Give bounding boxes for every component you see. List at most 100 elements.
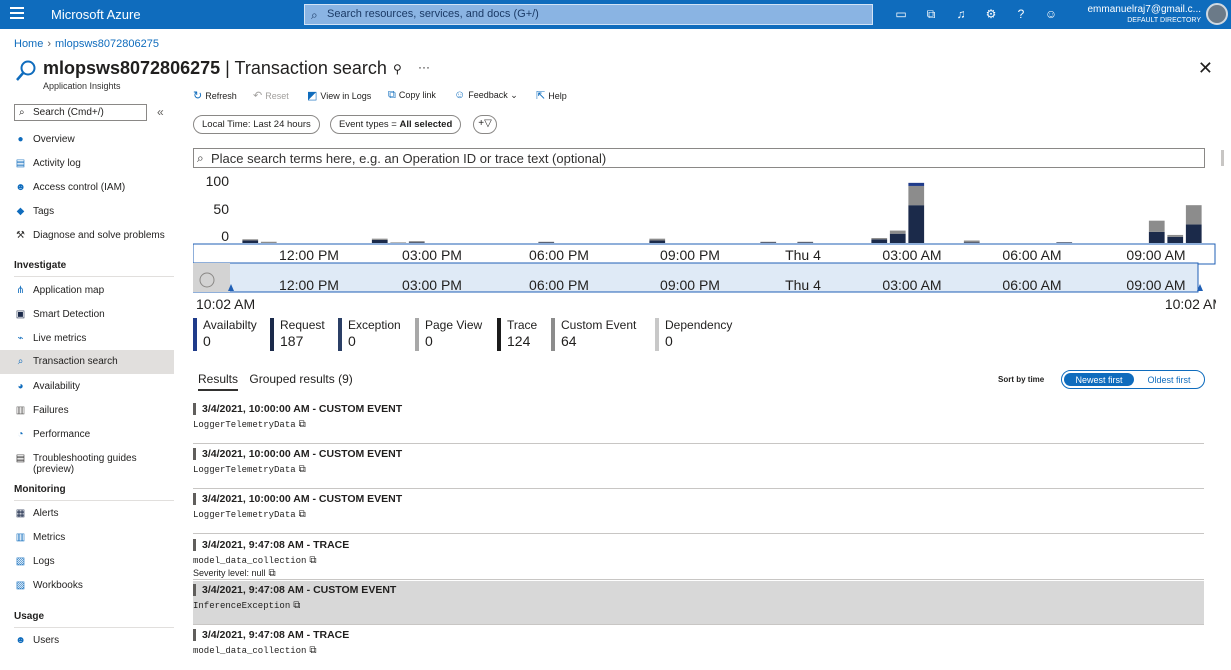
sidebar-item-failures[interactable]: ▥ Failures — [0, 399, 174, 423]
feedback-icon[interactable]: ☺ — [1044, 7, 1058, 21]
cloud-shell-icon[interactable]: ▭ — [894, 7, 908, 21]
sidebar-item-overview[interactable]: ● Overview — [0, 128, 174, 152]
sort-oldest-button[interactable]: Oldest first — [1134, 373, 1204, 386]
sidebar-item-tags[interactable]: ◆ Tags — [0, 200, 174, 224]
metric-trace[interactable]: Trace 124 — [497, 318, 537, 351]
metric-availabilty[interactable]: Availabilty 0 — [193, 318, 257, 351]
copy-link-button[interactable]: ⧉ Copy link — [388, 89, 436, 102]
bar-request — [908, 182, 925, 186]
copy-icon[interactable]: ⧉ — [269, 568, 276, 579]
metric-exception[interactable]: Exception 0 — [338, 318, 401, 351]
external-link-icon: ⇱ — [536, 90, 546, 102]
metric-dependency[interactable]: Dependency 0 — [655, 318, 732, 351]
help-button[interactable]: ⇱ Help — [536, 89, 567, 102]
sort-newest-button[interactable]: Newest first — [1064, 373, 1134, 386]
avatar[interactable] — [1206, 3, 1228, 25]
copy-icon[interactable]: ⧉ — [299, 509, 306, 520]
scrollbar[interactable] — [1219, 150, 1224, 655]
breadcrumb-resource[interactable]: mlopsws8072806275 — [55, 38, 159, 50]
time-range-filter[interactable]: Local Time: Last 24 hours — [193, 115, 320, 134]
sidebar-item-logs[interactable]: ▧ Logs — [0, 550, 174, 574]
globe-icon: ◕ — [17, 381, 24, 392]
result-row[interactable]: 3/4/2021, 10:00:00 AM - CUSTOM EVENT Log… — [193, 490, 1204, 534]
close-icon[interactable]: ✕ — [1198, 58, 1213, 79]
add-filter-button[interactable]: +▽ — [473, 115, 497, 134]
sidebar-item-activity-log[interactable]: ▤ Activity log — [0, 152, 174, 176]
scrollbar-thumb[interactable] — [1221, 150, 1224, 166]
feedback-button[interactable]: ☺ Feedback ⌄ — [454, 89, 518, 101]
result-row[interactable]: 3/4/2021, 10:00:00 AM - CUSTOM EVENT Log… — [193, 445, 1204, 489]
sidebar-item-alerts[interactable]: ▦ Alerts — [0, 502, 174, 526]
bar-trace — [889, 233, 906, 243]
result-row[interactable]: 3/4/2021, 9:47:08 AM - CUSTOM EVENT Infe… — [193, 581, 1204, 625]
event-types-filter[interactable]: Event types = All selected — [330, 115, 462, 134]
sidebar-item-label: Availability — [33, 381, 81, 392]
resource-name: mlopsws8072806275 — [43, 58, 221, 78]
help-label: Help — [548, 91, 567, 101]
sidebar-divider — [14, 627, 174, 628]
sidebar-item-metrics[interactable]: ▥ Metrics — [0, 526, 174, 550]
copy-icon[interactable]: ⧉ — [299, 464, 306, 475]
sidebar-item-availability[interactable]: ◕ Availability — [0, 375, 174, 399]
result-header: 3/4/2021, 10:00:00 AM - CUSTOM EVENT — [193, 493, 402, 505]
sidebar-item-transaction-search[interactable]: ⌕ Transaction search — [0, 350, 174, 374]
sidebar-item-access-control[interactable]: ☻ Access control (IAM) — [0, 176, 174, 200]
view-in-logs-button[interactable]: ◩ View in Logs — [307, 89, 371, 102]
sort-toggle: Newest first Oldest first — [1061, 370, 1205, 389]
copy-icon[interactable]: ⧉ — [309, 645, 316, 656]
metric-label: Dependency — [665, 318, 733, 332]
sidebar-item-label: Overview — [33, 134, 75, 145]
pin-icon[interactable]: ⚲ — [393, 62, 402, 76]
tab-grouped-results[interactable]: Grouped results (9) — [249, 372, 352, 386]
result-name: model_data_collection ⧉ — [193, 645, 317, 656]
sidebar-item-application-map[interactable]: ⋔ Application map — [0, 279, 174, 303]
sidebar-search-input[interactable]: ⌕ Search (Cmd+/) — [14, 104, 147, 121]
menu-icon[interactable] — [10, 7, 24, 21]
metric-custom-event[interactable]: Custom Event 64 — [551, 318, 636, 351]
user-email: emmanuelraj7@gmail.c... — [1087, 4, 1201, 15]
result-name: model_data_collection ⧉ — [193, 555, 317, 566]
copy-icon[interactable]: ⧉ — [293, 600, 300, 611]
sidebar-item-performance[interactable]: ◔ Performance — [0, 423, 174, 447]
brush-handle-left — [193, 263, 230, 292]
timeline-chart: 100 50 0 12:00 PM 12:00 PM 03:00 PM 03:00 PM 06… — [193, 170, 1216, 312]
sidebar-item-label: Troubleshooting guides (preview) — [33, 453, 137, 475]
sidebar-item-workbooks[interactable]: ▨ Workbooks — [0, 574, 174, 598]
sidebar-item-diagnose[interactable]: ⚒ Diagnose and solve problems — [0, 224, 174, 248]
settings-icon[interactable]: ⚙ — [984, 7, 998, 21]
search-icon: ⌕ — [311, 8, 318, 22]
range-end-label: 10:02 AM — [1165, 296, 1216, 312]
sidebar-item-troubleshooting[interactable]: ▤ Troubleshooting guides (preview) — [0, 447, 174, 475]
metric-page-view[interactable]: Page View 0 — [415, 318, 482, 351]
metric-request[interactable]: Request 187 — [270, 318, 325, 351]
result-row[interactable]: 3/4/2021, 9:47:08 AM - TRACE model_data_… — [193, 536, 1204, 580]
sidebar-item-live-metrics[interactable]: ⌁ Live metrics — [0, 327, 174, 351]
search-placeholder: Place search terms here, e.g. an Operati… — [211, 151, 607, 166]
bar-trace — [871, 239, 888, 243]
copy-icon[interactable]: ⧉ — [299, 419, 306, 430]
metric-label: Custom Event — [561, 318, 637, 332]
global-search-input[interactable]: ⌕ Search resources, services, and docs (… — [304, 4, 873, 25]
account-info[interactable]: emmanuelraj7@gmail.c... DEFAULT DIRECTOR… — [1087, 4, 1201, 26]
brand-title[interactable]: Microsoft Azure — [51, 7, 141, 22]
tab-results[interactable]: Results — [198, 372, 239, 391]
sidebar-item-users[interactable]: ☻ Users — [0, 629, 174, 653]
metric-label: Trace — [507, 318, 538, 332]
reset-button[interactable]: ↶ Reset — [253, 89, 289, 102]
metric-value: 187 — [280, 333, 304, 349]
directory-filter-icon[interactable]: ⧉ — [924, 7, 938, 21]
more-options-icon[interactable]: ··· — [418, 60, 430, 74]
x-tick-label: Thu 4 — [785, 277, 821, 293]
metric-value: 64 — [561, 333, 577, 349]
copy-icon[interactable]: ⧉ — [309, 555, 316, 566]
breadcrumb-home[interactable]: Home — [14, 38, 43, 50]
help-icon[interactable]: ? — [1014, 7, 1028, 21]
result-row[interactable]: 3/4/2021, 10:00:00 AM - CUSTOM EVENT Log… — [193, 400, 1204, 444]
refresh-button[interactable]: ↻ Refresh — [193, 89, 237, 102]
result-row[interactable]: 3/4/2021, 9:47:08 AM - TRACE model_data_… — [193, 626, 1204, 670]
collapse-sidebar-icon[interactable]: « — [157, 105, 164, 119]
wrench-icon: ⚒ — [16, 230, 25, 241]
sidebar-item-smart-detection[interactable]: ▣ Smart Detection — [0, 303, 174, 327]
notifications-icon[interactable]: ♫ — [954, 7, 968, 21]
transaction-search-input[interactable]: ⌕ Place search terms here, e.g. an Opera… — [193, 148, 1205, 168]
